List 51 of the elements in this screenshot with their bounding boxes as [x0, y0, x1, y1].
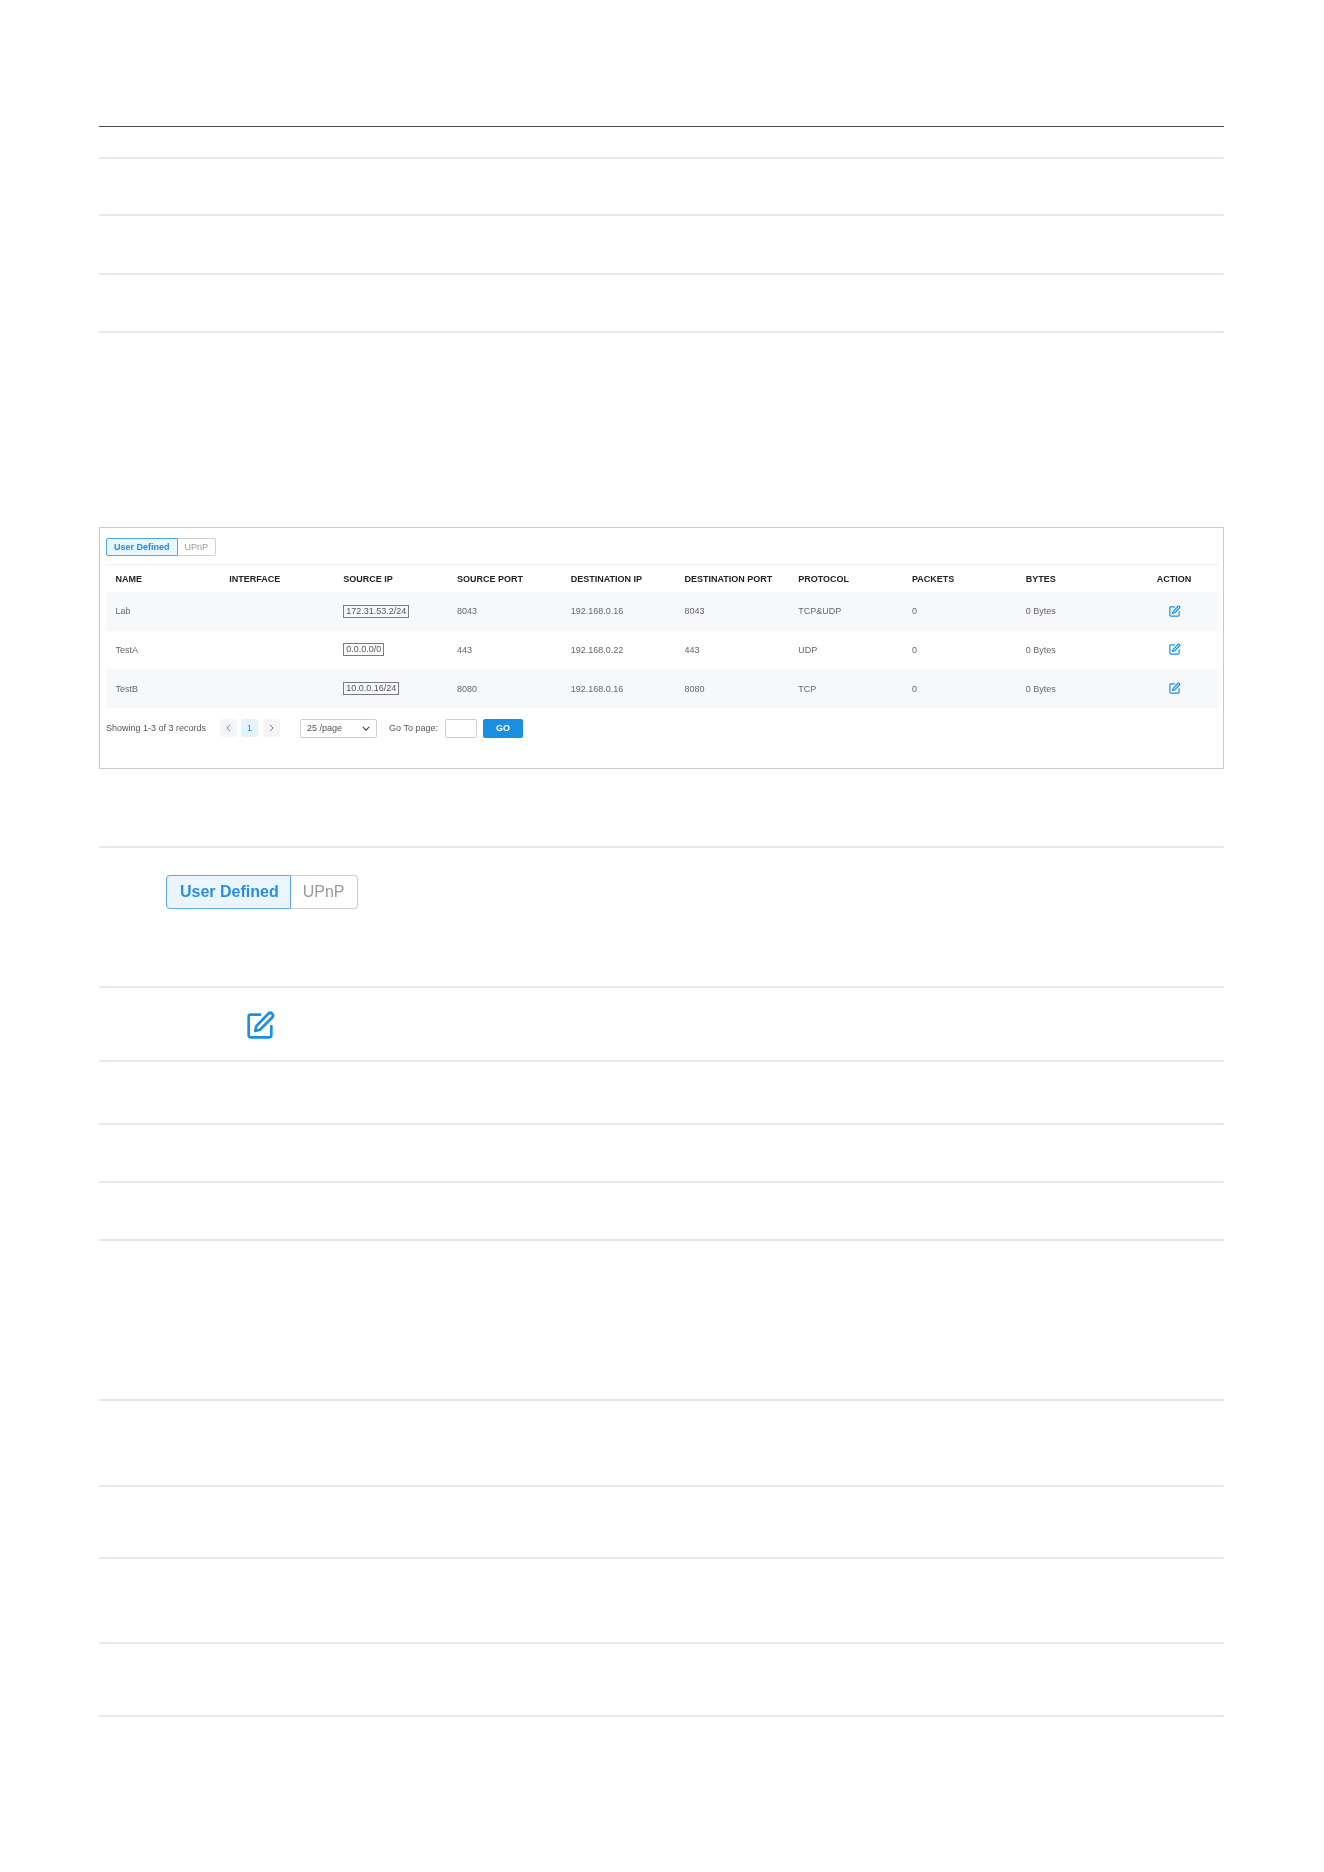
page-button[interactable]: 1: [241, 719, 259, 738]
outlined-ip-address: 10.0.0.16/24: [343, 682, 400, 696]
tab[interactable]: UPnP: [290, 875, 358, 909]
column-header: SOURCE IP: [343, 573, 393, 584]
table-cell: Lab: [115, 606, 131, 617]
table-cell: 8043: [456, 606, 477, 617]
goto-label: Go To page:: [389, 723, 438, 734]
table-cell: 8080: [456, 683, 477, 694]
column-header: PROTOCOL: [798, 573, 850, 584]
page-size-select[interactable]: 25 /page: [300, 718, 378, 738]
column-header: ACTION: [1156, 573, 1192, 584]
table-cell: 443: [684, 645, 700, 655]
table-cell: 0 Bytes: [1025, 683, 1056, 694]
tab[interactable]: User Defined: [166, 875, 291, 909]
page-input[interactable]: [444, 718, 477, 738]
column-header: DESTINATION PORT: [684, 573, 773, 584]
table-cell: 192.168.0.16: [570, 606, 624, 617]
pagination-summary: Showing 1-3 of 3 records: [106, 723, 207, 734]
table-cell: TCP&UDP: [798, 606, 842, 617]
table-cell: 8080: [684, 683, 705, 694]
table-cell: 0: [912, 683, 918, 694]
column-header: SOURCE PORT: [456, 573, 523, 584]
tab[interactable]: User Defined: [106, 538, 178, 556]
outlined-ip-address: 172.31.53.2/24: [343, 604, 410, 618]
table-cell: UDP: [798, 645, 818, 655]
table-cell: 0: [912, 645, 918, 655]
tab[interactable]: UPnP: [177, 538, 217, 556]
table-cell: TestA: [115, 645, 139, 655]
column-header: NAME: [115, 573, 143, 584]
table-cell: 0 Bytes: [1025, 645, 1056, 655]
column-header: INTERFACE: [229, 573, 281, 584]
table-cell: 443: [456, 645, 472, 655]
table-cell: 0 Bytes: [1025, 606, 1056, 617]
edit-icon[interactable]: [244, 1010, 276, 1042]
chevron-right-icon: [269, 724, 275, 733]
go-button[interactable]: GO: [482, 718, 523, 738]
table-cell: 192.168.0.16: [570, 683, 624, 694]
table-cell: 0: [912, 606, 918, 617]
table-cell: TestB: [115, 683, 139, 694]
column-header: PACKETS: [912, 573, 955, 584]
caret-icon: [362, 725, 371, 731]
edit-icon[interactable]: [1167, 604, 1181, 618]
edit-icon[interactable]: [1167, 682, 1181, 696]
table-cell: TCP: [798, 683, 817, 694]
table-cell: 192.168.0.22: [570, 645, 624, 655]
column-header: DESTINATION IP: [570, 573, 643, 584]
edit-icon[interactable]: [1167, 643, 1181, 657]
table-cell: 8043: [684, 606, 705, 617]
column-header: BYTES: [1025, 573, 1056, 584]
chevron-left-icon: [226, 724, 232, 733]
outlined-ip-address: 0.0.0.0/0: [343, 643, 385, 657]
